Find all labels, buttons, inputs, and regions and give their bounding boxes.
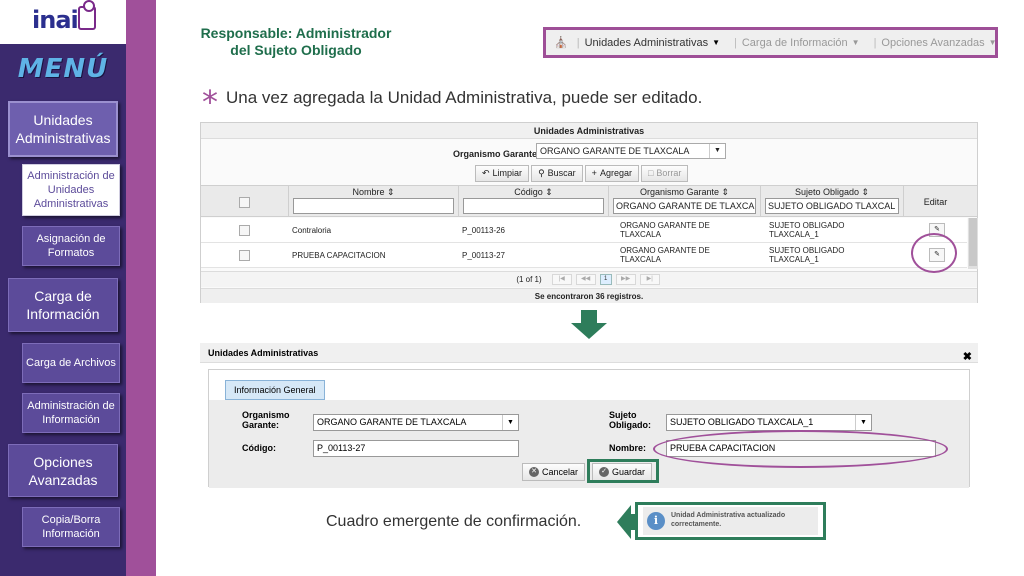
unidades-grid: Unidades Administrativas Organismo Garan…: [200, 122, 978, 303]
top-navbar: ⛪ | Unidades Administrativas ▼ | Carga d…: [543, 27, 998, 58]
current-page[interactable]: 1: [599, 274, 612, 285]
last-page-button[interactable]: ▶|: [639, 274, 660, 285]
logo: inai: [0, 0, 126, 44]
borrar-button[interactable]: □ Borrar: [640, 165, 689, 182]
grid-scrollbar[interactable]: [968, 218, 978, 269]
info-icon: i: [647, 512, 665, 530]
pager-text: (1 of 1): [516, 275, 542, 284]
nav-carga-informacion[interactable]: | Carga de Información ▼: [734, 37, 860, 49]
nombre-filter-input[interactable]: [293, 198, 454, 214]
logo-icon: [78, 0, 96, 30]
chevron-down-icon: ▼: [709, 144, 725, 158]
chevron-down-icon: ▼: [988, 38, 997, 47]
row-checkbox[interactable]: [239, 225, 250, 236]
sidebar-item-label: Opciones Avanzadas: [28, 453, 98, 488]
home-icon[interactable]: ⛪: [554, 36, 568, 49]
sidebar-item-label: Carga de Archivos: [26, 357, 116, 369]
sidebar-item-label: Administración de Unidades Administrativ…: [27, 170, 115, 210]
table-row[interactable]: Contraloria P_00113-26 ORGANO GARANTE DE…: [201, 218, 967, 243]
chevron-down-icon: ▼: [502, 415, 518, 430]
sidebar-item-label: Carga de Información: [26, 288, 100, 322]
toast-message: Unidad Administrativa actualizado correc…: [671, 512, 786, 528]
sujeto-label: Sujeto Obligado:: [609, 410, 651, 430]
sidebar: inai MENÚ Unidades Administrativas Admin…: [0, 0, 126, 576]
trash-icon: □: [647, 168, 654, 178]
dialog-header: Unidades Administrativas ✖: [200, 343, 978, 363]
sidebar-item-administracion-unidades[interactable]: Administración de Unidades Administrativ…: [22, 164, 120, 216]
select-all-checkbox[interactable]: [239, 197, 250, 208]
decorative-strip: [126, 0, 156, 576]
column-header-codigo[interactable]: Código ⇕: [459, 187, 608, 198]
chevron-down-icon: ▼: [855, 415, 871, 430]
row-checkbox[interactable]: [239, 250, 250, 261]
sidebar-item-administracion-informacion[interactable]: Administración de Información: [22, 393, 120, 433]
responsable-heading: Responsable: Administrador del Sujeto Ob…: [200, 25, 392, 58]
clear-icon: ↶: [482, 168, 490, 178]
pager: (1 of 1) |◀ ◀◀ 1 ▶▶ ▶|: [201, 271, 977, 287]
sujeto-field[interactable]: SUJETO OBLIGADO TLAXCALA_1 ▼: [666, 414, 872, 431]
grid-title: Unidades Administrativas: [201, 123, 977, 139]
cancel-icon: ✕: [529, 467, 539, 477]
nav-opciones-avanzadas[interactable]: | Opciones Avanzadas ▼: [874, 37, 997, 49]
sidebar-item-label: Unidades Administrativas: [15, 112, 111, 146]
logo-text: inai: [32, 6, 79, 34]
sidebar-item-label: Administración de Información: [27, 400, 115, 426]
organismo-select[interactable]: ORGANO GARANTE DE TLAXCALA ▼: [536, 143, 726, 159]
prev-page-button[interactable]: ◀◀: [575, 274, 596, 285]
edit-highlight-circle: [911, 233, 957, 273]
first-page-button[interactable]: |◀: [551, 274, 572, 285]
tab-informacion-general[interactable]: Información General: [225, 380, 325, 400]
organismo-label: Organismo Garante:: [453, 149, 541, 159]
organismo-field[interactable]: ORGANO GARANTE DE TLAXCALA ▼: [313, 414, 519, 431]
sujeto-filter-input[interactable]: SUJETO OBLIGADO TLAXCAL: [765, 198, 899, 214]
codigo-label: Código:: [242, 443, 276, 453]
limpiar-button[interactable]: ↶ Limpiar: [475, 165, 530, 182]
column-header-sujeto[interactable]: Sujeto Obligado ⇕: [761, 187, 903, 198]
sidebar-item-copia-borra[interactable]: Copia/Borra Información: [22, 507, 120, 547]
codigo-field[interactable]: P_00113-27: [313, 440, 519, 457]
organismo-filter-input[interactable]: ORGANO GARANTE DE TLAXCA: [613, 198, 756, 214]
grid-header: Nombre ⇕ Código ⇕ Organismo Garante ⇕ OR…: [201, 185, 977, 217]
buscar-button[interactable]: ⚲ Buscar: [531, 165, 583, 182]
column-header-organismo[interactable]: Organismo Garante ⇕: [609, 187, 760, 198]
column-header-editar: Editar: [923, 197, 948, 207]
table-row[interactable]: PRUEBA CAPACITACION P_00113-27 ORGANO GA…: [201, 243, 967, 268]
confirmation-caption: Cuadro emergente de confirmación.: [326, 513, 582, 530]
confirmation-toast: i Unidad Administrativa actualizado corr…: [635, 502, 826, 540]
records-found: Se encontraron 36 registros.: [201, 288, 977, 303]
nombre-highlight-ellipse: [653, 430, 948, 468]
close-icon[interactable]: ✖: [963, 347, 972, 367]
asterisk-icon: *: [202, 83, 218, 121]
agregar-button[interactable]: + Agregar: [584, 165, 639, 182]
sidebar-item-opciones-avanzadas[interactable]: Opciones Avanzadas: [8, 444, 118, 497]
pencil-icon: ✎: [934, 226, 940, 233]
sidebar-item-unidades-administrativas[interactable]: Unidades Administrativas: [8, 101, 118, 157]
chevron-down-icon: ▼: [712, 38, 720, 47]
plus-icon: +: [591, 168, 597, 178]
next-page-button[interactable]: ▶▶: [615, 274, 636, 285]
dialog-title: Unidades Administrativas: [208, 348, 319, 358]
grid-toolbar: ↶ Limpiar ⚲ Buscar + Agregar □ Borrar: [475, 165, 690, 182]
cancel-button[interactable]: ✕ Cancelar: [522, 463, 586, 481]
search-icon: ⚲: [538, 168, 545, 178]
sidebar-item-label: Copia/Borra Información: [41, 514, 101, 540]
column-header-nombre[interactable]: Nombre ⇕: [289, 187, 458, 198]
sidebar-item-label: Asignación de Formatos: [36, 233, 106, 259]
menu-title: MENÚ: [17, 54, 109, 84]
nombre-label: Nombre:: [609, 443, 647, 453]
save-highlight-box: [587, 459, 659, 483]
down-arrow-icon: [571, 310, 607, 339]
sidebar-item-carga-archivos[interactable]: Carga de Archivos: [22, 343, 120, 383]
codigo-filter-input[interactable]: [463, 198, 604, 214]
instruction-note: * Una vez agregada la Unidad Administrat…: [202, 83, 703, 121]
chevron-down-icon: ▼: [851, 38, 860, 47]
nav-unidades-administrativas[interactable]: | Unidades Administrativas ▼: [577, 37, 720, 49]
sidebar-item-asignacion-formatos[interactable]: Asignación de Formatos: [22, 226, 120, 266]
organismo-label: Organismo Garante:: [242, 410, 290, 430]
sidebar-item-carga-informacion[interactable]: Carga de Información: [8, 278, 118, 332]
